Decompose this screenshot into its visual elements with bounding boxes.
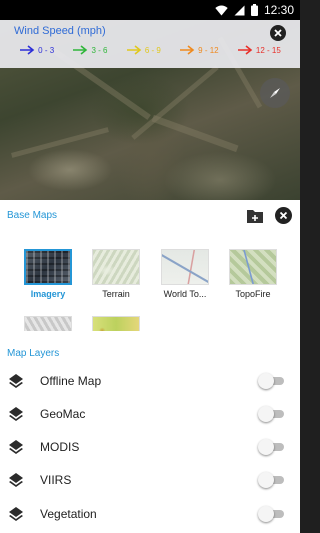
- layer-toggle[interactable]: [258, 372, 286, 390]
- compass-icon: [270, 88, 280, 98]
- basemap-thumbnail: [92, 316, 140, 331]
- arrow-right-icon: [73, 45, 88, 55]
- layer-label: VIIRS: [40, 473, 72, 487]
- layer-toggle[interactable]: [258, 405, 286, 423]
- legend-item: 3 - 6: [72, 45, 108, 55]
- close-icon[interactable]: [275, 207, 292, 224]
- basemap-partial[interactable]: [22, 316, 74, 331]
- arrow-right-icon: [237, 45, 253, 55]
- basemap-partial[interactable]: [90, 316, 142, 331]
- wifi-icon: [215, 5, 228, 15]
- basemap-world-topo[interactable]: World To...: [159, 249, 211, 299]
- base-maps-title: Base Maps: [7, 210, 58, 221]
- layers-icon: [9, 374, 23, 388]
- add-folder-icon[interactable]: [246, 208, 264, 224]
- basemap-terrain[interactable]: Terrain: [90, 249, 142, 299]
- legend-close-icon[interactable]: [270, 25, 286, 41]
- basemap-thumbnail: [161, 249, 209, 285]
- layers-icon: [9, 507, 23, 521]
- legend-item: 6 - 9: [126, 45, 161, 55]
- layer-row-viirs[interactable]: VIIRS: [0, 464, 300, 496]
- wind-speed-legend: Wind Speed (mph) 0 - 3 3 - 6 6 - 9 9 - 1…: [0, 20, 300, 68]
- layers-icon: [9, 473, 23, 487]
- layer-row-offline-map[interactable]: Offline Map: [0, 365, 300, 397]
- layers-sheet: Base Maps Imagery Terrain World To... To…: [0, 200, 300, 533]
- basemap-thumbnail: [92, 249, 140, 285]
- basemap-imagery[interactable]: Imagery: [22, 249, 74, 299]
- basemap-thumbnail: [229, 249, 277, 285]
- layer-row-geomac[interactable]: GeoMac: [0, 398, 300, 430]
- arrow-right-icon: [180, 45, 195, 55]
- battery-icon: [250, 4, 258, 16]
- legend-item: 9 - 12: [179, 45, 219, 55]
- legend-item: 0 - 3: [19, 45, 54, 55]
- layer-row-vegetation[interactable]: Vegetation: [0, 498, 300, 530]
- basemap-thumbnail: [24, 316, 72, 331]
- basemap-thumbnail: [24, 249, 72, 285]
- layer-toggle[interactable]: [258, 505, 286, 523]
- status-bar: 12:30: [0, 0, 300, 20]
- layer-toggle[interactable]: [258, 438, 286, 456]
- layer-label: GeoMac: [40, 407, 86, 421]
- layer-row-modis[interactable]: MODIS: [0, 431, 300, 463]
- compass-button[interactable]: [260, 78, 290, 108]
- layer-toggle[interactable]: [258, 471, 286, 489]
- legend-title: Wind Speed (mph): [14, 25, 106, 37]
- layers-icon: [9, 407, 23, 421]
- map-layers-title: Map Layers: [7, 348, 60, 359]
- basemap-topofire[interactable]: TopoFire: [227, 249, 279, 299]
- layers-icon: [9, 440, 23, 454]
- signal-icon: [234, 5, 245, 15]
- arrow-right-icon: [126, 45, 142, 55]
- layer-label: Vegetation: [40, 507, 97, 521]
- layer-label: Offline Map: [40, 374, 102, 388]
- status-time: 12:30: [263, 3, 294, 17]
- legend-items: 0 - 3 3 - 6 6 - 9 9 - 12 12 - 15: [0, 45, 300, 55]
- legend-item: 12 - 15: [237, 45, 281, 55]
- arrow-right-icon: [20, 45, 35, 55]
- layer-label: MODIS: [40, 440, 80, 454]
